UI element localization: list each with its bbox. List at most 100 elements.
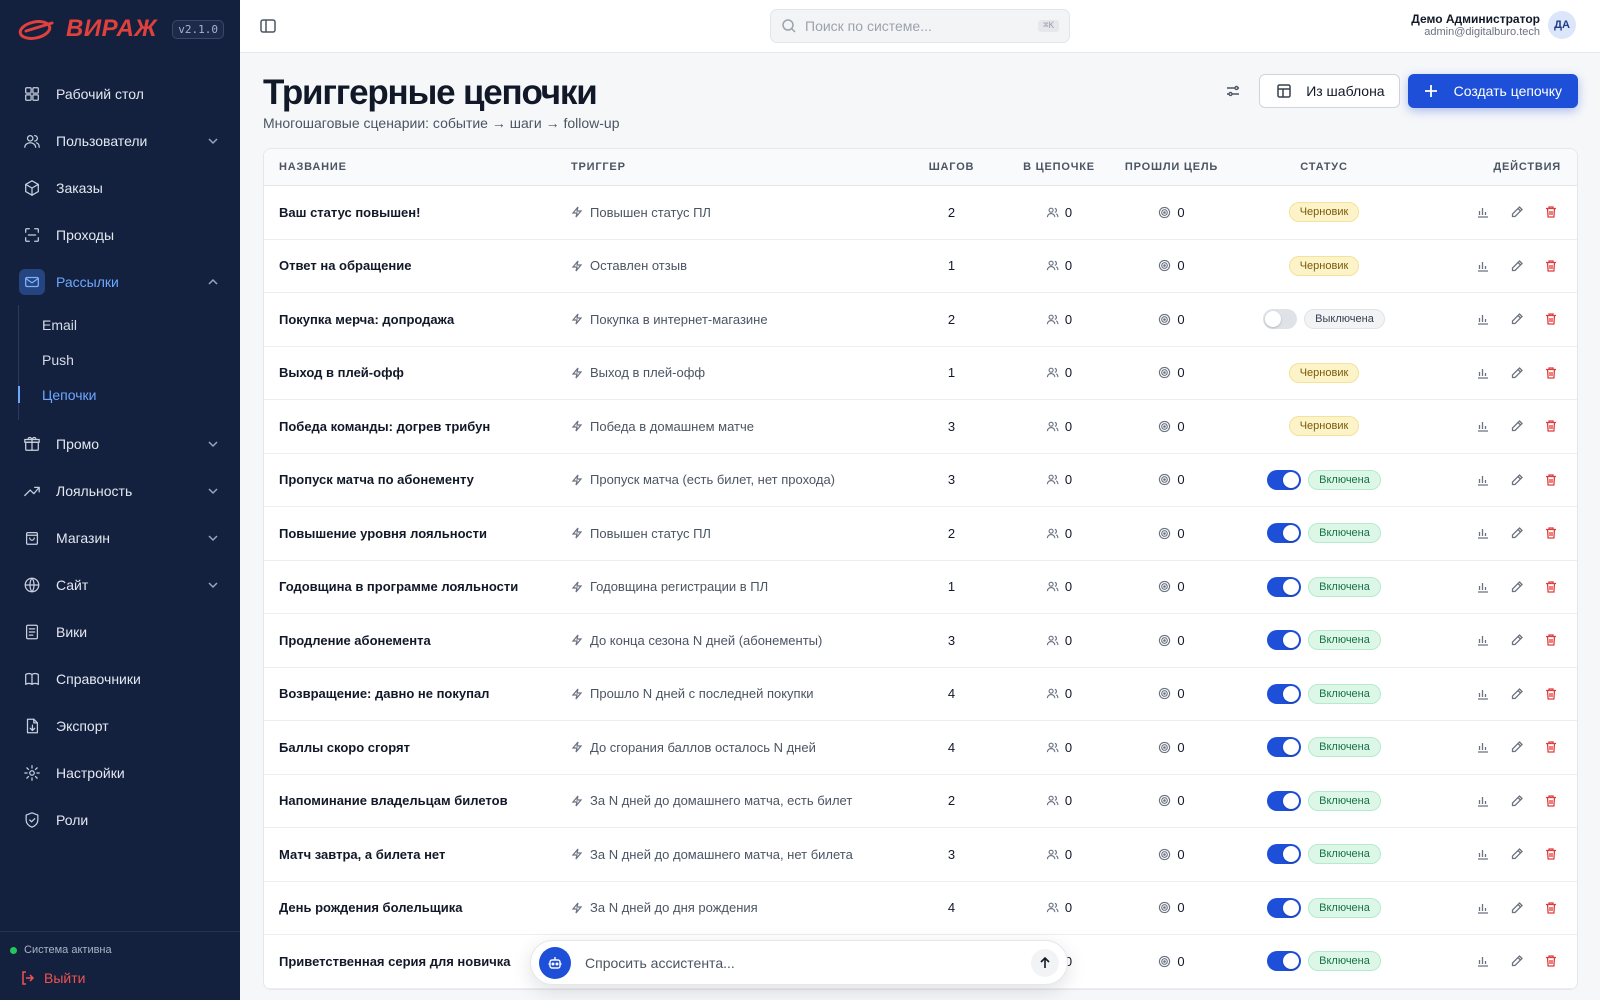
- delete-button[interactable]: [1541, 309, 1561, 329]
- edit-button[interactable]: [1507, 791, 1527, 811]
- sidebar-item-3[interactable]: Проходы: [0, 211, 240, 258]
- edit-button[interactable]: [1507, 256, 1527, 276]
- status-toggle[interactable]: [1267, 523, 1302, 544]
- assistant-input[interactable]: [585, 954, 1031, 971]
- table-row[interactable]: Баллы скоро сгорят До сгорания баллов ост…: [264, 721, 1577, 775]
- table-row[interactable]: Годовщина в программе лояльности Годовщин…: [264, 561, 1577, 614]
- delete-button[interactable]: [1541, 630, 1561, 650]
- table-row[interactable]: Выход в плей-офф Выход в плей-офф 1 0 0 Черно…: [264, 347, 1577, 400]
- edit-button[interactable]: [1507, 202, 1527, 222]
- delete-button[interactable]: [1541, 416, 1561, 436]
- create-chain-button[interactable]: Создать цепочку: [1407, 74, 1578, 108]
- delete-button[interactable]: [1541, 951, 1561, 971]
- status-toggle[interactable]: [1267, 683, 1302, 704]
- edit-button[interactable]: [1507, 844, 1527, 864]
- stats-button[interactable]: [1473, 684, 1493, 704]
- sidebar-item-12[interactable]: Настройки: [0, 749, 240, 796]
- sidebar-item-1[interactable]: Пользователи: [0, 117, 240, 164]
- status-toggle[interactable]: [1263, 309, 1298, 330]
- stats-button[interactable]: [1473, 202, 1493, 222]
- sidebar-item-4[interactable]: Рассылки: [0, 258, 240, 305]
- table-row[interactable]: Продление абонемента До конца сезона N дн…: [264, 614, 1577, 668]
- status-toggle[interactable]: [1267, 469, 1302, 490]
- col-header-steps[interactable]: ШАГОВ: [894, 161, 1009, 173]
- edit-button[interactable]: [1507, 577, 1527, 597]
- table-row[interactable]: Ваш статус повышен! Повышен статус ПЛ 2 0 0 Ч…: [264, 186, 1577, 240]
- stats-button[interactable]: [1473, 844, 1493, 864]
- edit-button[interactable]: [1507, 309, 1527, 329]
- edit-button[interactable]: [1507, 951, 1527, 971]
- sidebar-item-2[interactable]: Заказы: [0, 164, 240, 211]
- sidebar-item-11[interactable]: Экспорт: [0, 702, 240, 749]
- stats-button[interactable]: [1473, 309, 1493, 329]
- sidebar-item-7[interactable]: Магазин: [0, 514, 240, 561]
- avatar[interactable]: ДА: [1548, 11, 1576, 39]
- stats-button[interactable]: [1473, 898, 1493, 918]
- edit-button[interactable]: [1507, 470, 1527, 490]
- stats-button[interactable]: [1473, 630, 1493, 650]
- stats-button[interactable]: [1473, 256, 1493, 276]
- filter-button[interactable]: [1219, 77, 1247, 105]
- delete-button[interactable]: [1541, 577, 1561, 597]
- search-box[interactable]: ⌘K: [770, 9, 1070, 43]
- delete-button[interactable]: [1541, 256, 1561, 276]
- table-row[interactable]: Возвращение: давно не покупал Прошло N дн…: [264, 668, 1577, 721]
- sidebar-toggle-button[interactable]: [258, 16, 278, 36]
- edit-button[interactable]: [1507, 523, 1527, 543]
- logout-button[interactable]: Выйти: [10, 970, 230, 986]
- sidebar-item-9[interactable]: Вики: [0, 608, 240, 655]
- send-button[interactable]: [1031, 948, 1059, 977]
- stats-button[interactable]: [1473, 363, 1493, 383]
- edit-button[interactable]: [1507, 363, 1527, 383]
- delete-button[interactable]: [1541, 523, 1561, 543]
- col-header-trigger[interactable]: ТРИГГЕР: [564, 161, 894, 173]
- from-template-button[interactable]: Из шаблона: [1259, 74, 1400, 108]
- table-row[interactable]: Пропуск матча по абонементу Пропуск матча…: [264, 454, 1577, 507]
- delete-button[interactable]: [1541, 202, 1561, 222]
- stats-button[interactable]: [1473, 737, 1493, 757]
- sidebar-item-8[interactable]: Сайт: [0, 561, 240, 608]
- stats-button[interactable]: [1473, 791, 1493, 811]
- delete-button[interactable]: [1541, 898, 1561, 918]
- status-toggle[interactable]: [1267, 897, 1302, 918]
- table-row[interactable]: День рождения болельщика За N дней до дня…: [264, 882, 1577, 935]
- sidebar-item-13[interactable]: Роли: [0, 796, 240, 843]
- sidebar-subitem-0[interactable]: Email: [19, 307, 240, 342]
- search-input[interactable]: [805, 18, 1025, 34]
- delete-button[interactable]: [1541, 363, 1561, 383]
- status-toggle[interactable]: [1267, 844, 1302, 865]
- stats-button[interactable]: [1473, 416, 1493, 436]
- status-toggle[interactable]: [1267, 737, 1302, 758]
- stats-button[interactable]: [1473, 523, 1493, 543]
- table-row[interactable]: Ответ на обращение Оставлен отзыв 1 0 0 Черно…: [264, 240, 1577, 293]
- sidebar-item-5[interactable]: Промо: [0, 420, 240, 467]
- col-header-status[interactable]: СТАТУС: [1234, 161, 1414, 173]
- stats-button[interactable]: [1473, 577, 1493, 597]
- status-toggle[interactable]: [1267, 951, 1302, 972]
- table-row[interactable]: Напоминание владельцам билетов За N дней …: [264, 775, 1577, 828]
- sidebar-subitem-2[interactable]: Цепочки: [18, 377, 240, 412]
- status-toggle[interactable]: [1267, 790, 1302, 811]
- edit-button[interactable]: [1507, 898, 1527, 918]
- stats-button[interactable]: [1473, 470, 1493, 490]
- sidebar-item-0[interactable]: Рабочий стол: [0, 70, 240, 117]
- user-menu[interactable]: Демо Администратор admin@digitalburo.tec…: [1411, 11, 1576, 39]
- col-header-name[interactable]: НАЗВАНИЕ: [264, 161, 564, 173]
- col-header-passed-goal[interactable]: ПРОШЛИ ЦЕЛЬ: [1109, 161, 1234, 173]
- edit-button[interactable]: [1507, 737, 1527, 757]
- status-toggle[interactable]: [1267, 630, 1302, 651]
- status-toggle[interactable]: [1267, 576, 1302, 597]
- stats-button[interactable]: [1473, 951, 1493, 971]
- edit-button[interactable]: [1507, 416, 1527, 436]
- edit-button[interactable]: [1507, 684, 1527, 704]
- delete-button[interactable]: [1541, 470, 1561, 490]
- edit-button[interactable]: [1507, 630, 1527, 650]
- table-row[interactable]: Покупка мерча: допродажа Покупка в интерн…: [264, 293, 1577, 347]
- delete-button[interactable]: [1541, 791, 1561, 811]
- sidebar-subitem-1[interactable]: Push: [19, 342, 240, 377]
- delete-button[interactable]: [1541, 844, 1561, 864]
- delete-button[interactable]: [1541, 737, 1561, 757]
- delete-button[interactable]: [1541, 684, 1561, 704]
- sidebar-item-10[interactable]: Справочники: [0, 655, 240, 702]
- table-row[interactable]: Матч завтра, а билета нет За N дней до до…: [264, 828, 1577, 882]
